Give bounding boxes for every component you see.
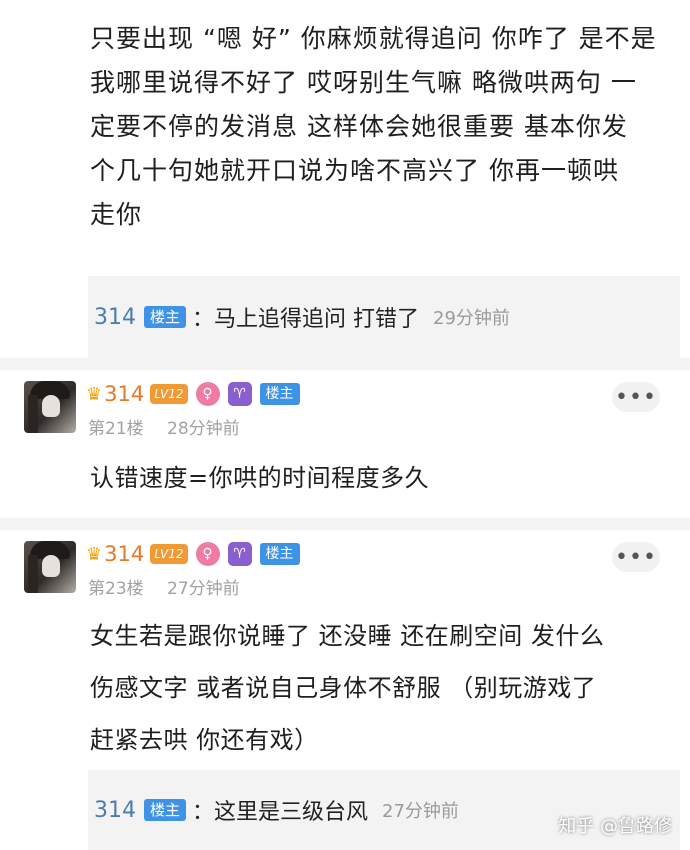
user-info-row: ♛ 314 LV12 ♀ ♈ 楼主 [86, 380, 300, 408]
post-line: 我哪里说得不好了 哎呀别生气嘛 略微哄两句 一 [90, 68, 637, 97]
level-badge: LV12 [150, 544, 188, 564]
watermark: 知乎 @鲁路修 [558, 816, 672, 837]
post-line: 个几十句她就开口说为啥不高兴了 你再一顿哄 [90, 156, 619, 185]
floor-number: 第21楼 [88, 419, 144, 439]
reply-text: ：马上追得追问 打错了 [192, 307, 420, 332]
reply-content: 314 楼主 ：马上追得追问 打错了 29分钟前 [94, 276, 510, 358]
user-info-row: ♛ 314 LV12 ♀ ♈ 楼主 [86, 540, 300, 568]
floor-line: 伤感文字 或者说自己身体不舒服 （别玩游戏了 [90, 674, 597, 702]
post-time: 28分钟前 [167, 419, 240, 439]
divider [0, 358, 690, 370]
floor-meta: 第23楼 27分钟前 [88, 574, 258, 599]
reply-username[interactable]: 314 [94, 798, 136, 823]
op-badge: 楼主 [259, 383, 300, 405]
reply-time: 27分钟前 [382, 801, 459, 822]
floor-number: 第23楼 [88, 579, 144, 599]
crown-icon: ♛ [86, 383, 103, 405]
reply-username[interactable]: 314 [94, 305, 136, 330]
floor-meta: 第21楼 28分钟前 [88, 414, 258, 439]
reply-time: 29分钟前 [433, 308, 510, 329]
floor-content: 认错速度=你哄的时间程度多久 [90, 464, 430, 492]
level-badge: LV12 [150, 384, 188, 404]
female-icon: ♀ [195, 542, 220, 566]
divider [0, 518, 690, 530]
op-badge: 楼主 [144, 799, 187, 821]
aries-icon: ♈ [227, 542, 252, 566]
post-time: 27分钟前 [167, 579, 240, 599]
op-badge: 楼主 [144, 306, 187, 328]
op-badge: 楼主 [259, 543, 300, 565]
more-dots-icon[interactable]: ••• [612, 382, 660, 412]
avatar[interactable] [24, 381, 76, 433]
reply-bar[interactable]: 314 楼主 ：这里是三级台风 27分钟前 [88, 770, 680, 850]
more-dots-icon[interactable]: ••• [612, 542, 660, 572]
female-icon: ♀ [195, 382, 220, 406]
avatar[interactable] [24, 541, 76, 593]
floor-content: 女生若是跟你说睡了 还没睡 还在刷空间 发什么 伤感文字 或者说自己身体不舒服 … [90, 618, 660, 759]
floor-line: 赶紧去哄 你还有戏） [90, 726, 319, 754]
post-line: 只要出现 “嗯 好” 你麻烦就得追问 你咋了 是不是 [90, 24, 657, 53]
username[interactable]: 314 [104, 382, 144, 406]
reply-text: ：这里是三级台风 [192, 800, 369, 825]
reply-content: 314 楼主 ：这里是三级台风 27分钟前 [94, 770, 459, 850]
floor-line: 女生若是跟你说睡了 还没睡 还在刷空间 发什么 [90, 622, 605, 650]
username[interactable]: 314 [104, 542, 144, 566]
aries-icon: ♈ [227, 382, 252, 406]
post-body: 只要出现 “嗯 好” 你麻烦就得追问 你咋了 是不是 我哪里说得不好了 哎呀别生… [90, 20, 660, 233]
reply-bar[interactable]: 314 楼主 ：马上追得追问 打错了 29分钟前 [88, 276, 680, 358]
post-line: 走你 [90, 200, 143, 229]
crown-icon: ♛ [86, 543, 103, 565]
post-line: 定要不停的发消息 这样体会她很重要 基本你发 [90, 112, 628, 141]
